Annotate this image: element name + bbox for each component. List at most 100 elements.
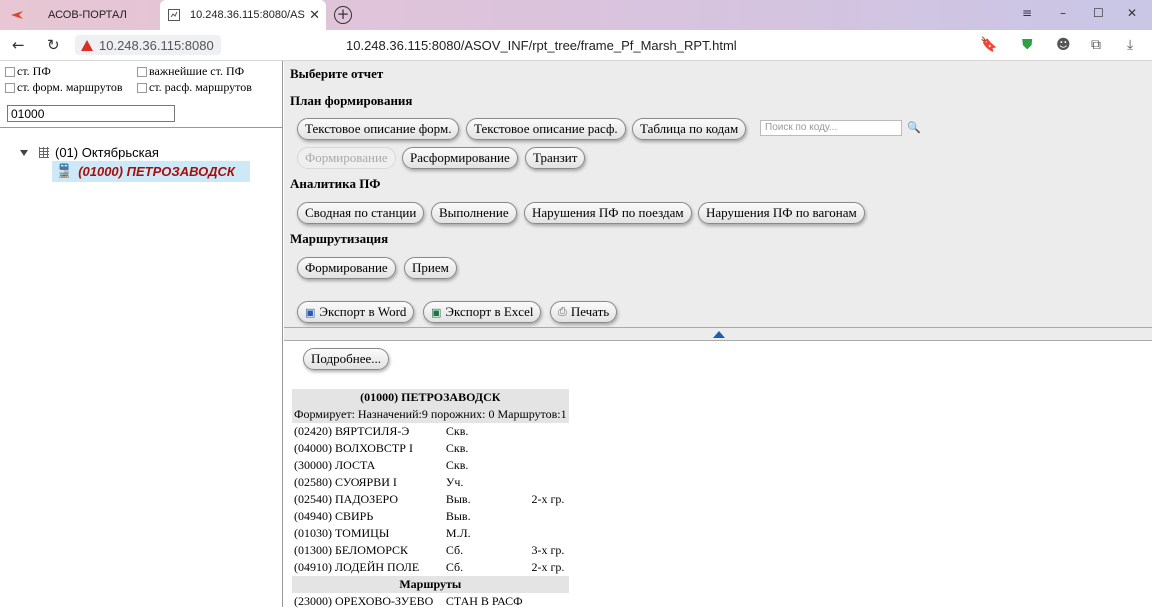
table-row: (02540) ПАДОЗЕРО Выв. 2-х гр.	[292, 491, 569, 508]
bookmark-icon[interactable]: 🔖	[980, 37, 997, 53]
table-row: (30000) ЛОСТА Скв.	[292, 457, 569, 474]
tab-title: АСОВ-ПОРТАЛ	[48, 9, 127, 21]
violations-wagons-button[interactable]: Нарушения ПФ по вагонам	[698, 202, 865, 224]
table-cell-type: СТАН В РАСФ	[445, 594, 523, 608]
table-cell-gr: 2-х гр.	[531, 560, 565, 574]
search-icon[interactable]: 🔍	[907, 121, 921, 134]
table-cell-dest: (30000) ЛОСТА	[294, 458, 376, 472]
table-cell-gr: 3-х гр.	[531, 543, 565, 557]
checkbox[interactable]	[137, 66, 147, 77]
tree-node-road[interactable]: (01) Октябрьская	[20, 145, 159, 160]
print-button[interactable]: ⎙ Печать	[550, 301, 618, 323]
table-cell-dest: (04000) ВОЛХОВСТР I	[294, 441, 413, 455]
report-result-panel: Подробнее... (01000) ПЕТРОЗАВОДСК Формир…	[284, 342, 1152, 610]
menu-icon[interactable]: ≡	[1022, 6, 1032, 20]
close-tab-icon[interactable]: ✕	[309, 7, 320, 23]
table-cell-type: Выв.	[445, 509, 471, 523]
expand-arrow-icon[interactable]	[20, 149, 28, 156]
choose-report-heading: Выберите отчет	[290, 66, 384, 81]
yandex-arrow-icon	[10, 9, 24, 21]
tab-asov-portal[interactable]: АСОВ-ПОРТАЛ	[0, 0, 158, 30]
table-cell-type: Скв.	[445, 441, 469, 455]
table-row: (01030) ТОМИЦЫ М.Л.	[292, 525, 569, 542]
host-text: 10.248.36.115:8080	[99, 37, 214, 53]
extension-icon[interactable]: ☻	[1056, 37, 1071, 53]
checkbox[interactable]	[5, 66, 15, 77]
station-heading: (01000) ПЕТРОЗАВОДСК	[360, 390, 501, 404]
reload-icon[interactable]: ↻	[47, 36, 60, 54]
formation-table: (01000) ПЕТРОЗАВОДСК Формирует: Назначен…	[292, 389, 569, 610]
train-icon: 🚆	[56, 164, 73, 179]
route-formation-button[interactable]: Формирование	[297, 257, 396, 279]
routing-heading: Маршрутизация	[290, 231, 389, 246]
tree-node-station-selected[interactable]: 🚆 (01000) ПЕТРОЗАВОДСК	[52, 161, 250, 182]
address-bar: ← ↻ 10.248.36.115:8080 10.248.36.115:808…	[0, 30, 1152, 61]
export-word-button[interactable]: ▣ Экспорт в Word	[297, 301, 415, 323]
table-row: (02580) СУОЯРВИ I Уч.	[292, 474, 569, 491]
routes-heading: Маршруты	[399, 577, 462, 591]
station-summary-button[interactable]: Сводная по станции	[297, 202, 425, 224]
code-table-button[interactable]: Таблица по кодам	[632, 118, 747, 140]
execution-button[interactable]: Выполнение	[431, 202, 517, 224]
filter-st-pf[interactable]: ст. ПФ	[5, 64, 51, 79]
table-cell-dest: (04910) ЛОДЕЙН ПОЛЕ	[294, 560, 420, 574]
maximize-icon[interactable]: ☐	[1093, 6, 1104, 20]
formation-summary: Формирует: Назначений:9 порожних: 0 Марш…	[294, 407, 567, 421]
filter-panel: ст. ПФ важнейшие ст. ПФ ст. форм. маршру…	[0, 61, 282, 128]
minimize-icon[interactable]: –	[1060, 6, 1066, 20]
table-cell-type: Сб.	[445, 543, 464, 557]
formation-button[interactable]: Формирование	[297, 147, 396, 169]
transit-button[interactable]: Транзит	[525, 147, 586, 169]
page-icon	[168, 9, 182, 21]
table-row: (01300) БЕЛОМОРСК Сб. 3-х гр.	[292, 542, 569, 559]
shield-icon[interactable]: ⛊	[1022, 37, 1033, 53]
table-row: (04910) ЛОДЕЙН ПОЛЕ Сб. 2-х гр.	[292, 559, 569, 576]
table-row: (04940) СВИРЬ Выв.	[292, 508, 569, 525]
text-form-button[interactable]: Текстовое описание форм.	[297, 118, 460, 140]
code-search-input[interactable]: Поиск по коду...	[760, 120, 902, 136]
host-pill[interactable]: 10.248.36.115:8080	[75, 35, 221, 55]
table-cell-gr	[529, 457, 568, 474]
filter-st-rasf[interactable]: ст. расф. маршрутов	[137, 80, 252, 95]
table-cell-type: Скв.	[445, 458, 469, 472]
collections-icon[interactable]: ⧉	[1091, 37, 1101, 53]
rasformation-button[interactable]: Расформирование	[402, 147, 518, 169]
more-details-button[interactable]: Подробнее...	[303, 348, 389, 370]
table-cell-dest: (01300) БЕЛОМОРСК	[294, 543, 409, 557]
table-cell-gr	[529, 525, 568, 542]
table-cell-dest: (04940) СВИРЬ	[294, 509, 374, 523]
table-cell-dest: (02540) ПАДОЗЕРО	[294, 492, 399, 506]
new-tab-button[interactable]: +	[334, 6, 352, 24]
table-row: (02420) ВЯРТСИЛЯ-Э Скв.	[292, 423, 569, 440]
tab-active-report[interactable]: 10.248.36.115:8080/AS ✕	[160, 0, 326, 30]
word-icon: ▣	[305, 305, 316, 319]
checkbox[interactable]	[137, 82, 147, 93]
plan-heading: План формирования	[290, 93, 413, 108]
table-cell-dest: (02580) СУОЯРВИ I	[294, 475, 397, 489]
table-cell-gr	[529, 508, 568, 525]
violations-trains-button[interactable]: Нарушения ПФ по поездам	[524, 202, 692, 224]
table-row: (04000) ВОЛХОВСТР I Скв.	[292, 440, 569, 457]
download-icon[interactable]: ⤓	[1127, 37, 1133, 53]
export-excel-button[interactable]: ▣ Экспорт в Excel	[423, 301, 542, 323]
report-selection-panel: Выберите отчет План формирования Текстов…	[284, 61, 1152, 327]
excel-icon: ▣	[431, 305, 442, 319]
table-cell-dest: (01030) ТОМИЦЫ	[294, 526, 390, 540]
table-cell-type: Скв.	[445, 424, 469, 438]
chevron-up-icon[interactable]	[713, 331, 725, 338]
receive-button[interactable]: Прием	[404, 257, 457, 279]
table-cell-gr	[529, 593, 568, 610]
browser-tab-bar: АСОВ-ПОРТАЛ 10.248.36.115:8080/AS ✕ + ≡ …	[0, 0, 1152, 30]
insecure-warning-icon	[81, 39, 93, 51]
text-rasf-button[interactable]: Текстовое описание расф.	[466, 118, 626, 140]
collapse-panel-bar[interactable]	[284, 327, 1152, 341]
filter-st-form[interactable]: ст. форм. маршрутов	[5, 80, 123, 95]
station-code-input[interactable]	[7, 105, 175, 122]
routes-heading-row: Маршруты	[292, 576, 569, 593]
table-icon	[39, 147, 49, 158]
filter-important-st-pf[interactable]: важнейшие ст. ПФ	[137, 64, 244, 79]
back-icon[interactable]: ←	[12, 36, 25, 54]
url-field[interactable]: 10.248.36.115:8080/ASOV_INF/rpt_tree/fra…	[346, 38, 737, 53]
close-window-icon[interactable]: ✕	[1127, 6, 1137, 20]
checkbox[interactable]	[5, 82, 15, 93]
